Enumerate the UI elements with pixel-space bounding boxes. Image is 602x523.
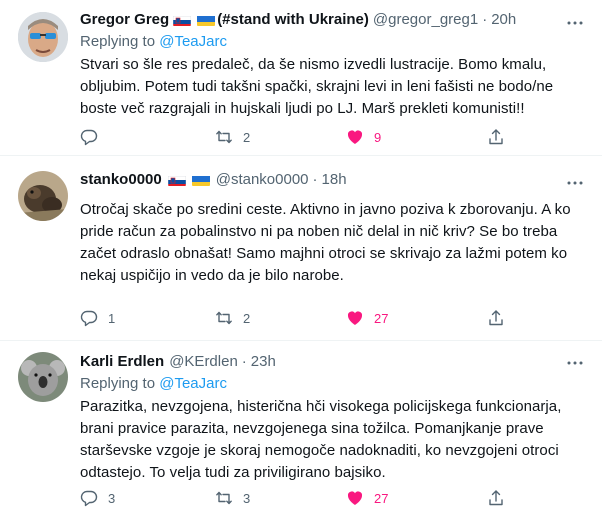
separator-dot: · bbox=[482, 11, 488, 28]
tweet-time[interactable]: 20h bbox=[491, 10, 516, 30]
share-button[interactable] bbox=[487, 488, 505, 508]
tweet-text-line: Parazitka, nevzgojena, histerična hči vi… bbox=[80, 398, 562, 415]
retweet-button[interactable]: 2 bbox=[215, 127, 250, 147]
retweet-count: 3 bbox=[243, 490, 251, 506]
replying-label: Replying to bbox=[80, 375, 156, 392]
tweet-text-line: Stvari so šle res predaleč, da še nismo … bbox=[80, 56, 547, 73]
like-button[interactable]: 9 bbox=[346, 127, 381, 147]
replying-label: Replying to bbox=[80, 33, 156, 50]
display-name[interactable]: stanko0000 bbox=[80, 170, 162, 190]
tweet-text-line: obljubim. Potem tudi takšni spački, skra… bbox=[80, 78, 554, 95]
heart-filled-icon bbox=[347, 491, 363, 505]
heart-filled-icon bbox=[347, 311, 363, 325]
retweet-icon bbox=[216, 130, 232, 144]
display-name-suffix[interactable]: (#stand with Ukraine) bbox=[217, 10, 369, 30]
reply-count: 3 bbox=[108, 490, 116, 506]
reply-icon bbox=[80, 490, 98, 507]
separator-dot: · bbox=[241, 353, 247, 370]
avatar[interactable] bbox=[18, 171, 68, 221]
like-count: 9 bbox=[374, 129, 382, 145]
retweet-button[interactable]: 3 bbox=[215, 488, 250, 508]
tweet-text: Stvari so šle res predaleč, da še nismo … bbox=[80, 54, 588, 120]
ukraine-flag-icon bbox=[197, 14, 216, 26]
tweet-header: Gregor Greg (#stand with Ukraine) @grego… bbox=[80, 10, 588, 30]
replying-to-link[interactable]: @TeaJarc bbox=[159, 375, 227, 392]
user-handle[interactable]: @gregor_greg1 bbox=[373, 10, 478, 30]
retweet-button[interactable]: 2 bbox=[215, 308, 250, 328]
share-icon bbox=[489, 490, 503, 506]
slovenia-flag-icon bbox=[173, 14, 192, 26]
display-name[interactable]: Karli Erdlen bbox=[80, 352, 164, 372]
tweet-text-line: brani pravice parazita, nevzgojenega sin… bbox=[80, 420, 544, 437]
ukraine-flag-icon bbox=[191, 174, 210, 186]
user-handle[interactable]: @KErdlen bbox=[169, 352, 238, 372]
avatar-sunglasses-man-icon bbox=[18, 12, 68, 62]
tweet-text-line: pride račun za pobalinstvo ni pa noben n… bbox=[80, 223, 558, 240]
like-count: 27 bbox=[374, 310, 389, 326]
tweet-text: Parazitka, nevzgojena, histerična hči vi… bbox=[80, 396, 588, 484]
avatar-koala-icon bbox=[18, 352, 68, 402]
replying-to-link[interactable]: @TeaJarc bbox=[159, 33, 227, 50]
tweet-text: Otročaj skače po sredini ceste. Aktivno … bbox=[80, 199, 588, 287]
tweet-header: stanko0000 @stanko0000 · 18h bbox=[80, 170, 588, 190]
slovenia-flag-icon bbox=[167, 174, 186, 186]
tweet-header: Karli Erdlen @KErdlen · 23h bbox=[80, 352, 588, 372]
reply-button[interactable]: 1 bbox=[80, 308, 115, 328]
like-button[interactable]: 27 bbox=[346, 308, 388, 328]
tweet-text-line: odtastejo. To velja tudi za priviligiran… bbox=[80, 464, 386, 481]
reply-icon bbox=[80, 310, 98, 327]
reply-button[interactable] bbox=[80, 127, 108, 147]
retweet-icon bbox=[216, 311, 232, 325]
tweet-karli-erdlen[interactable]: Karli Erdlen @KErdlen · 23h Replying to … bbox=[0, 342, 602, 523]
share-button[interactable] bbox=[487, 127, 505, 147]
tweet-gregor-greg[interactable]: Gregor Greg (#stand with Ukraine) @grego… bbox=[0, 0, 602, 156]
replying-to: Replying to @TeaJarc bbox=[80, 32, 588, 52]
tweet-text-line: Otročaj skače po sredini ceste. Aktivno … bbox=[80, 201, 571, 218]
avatar-animal-icon bbox=[18, 171, 68, 221]
tweet-text-line: starševske vzgoje je skoraj nemogoče nad… bbox=[80, 442, 559, 459]
tweet-text-line: boste več razgrajali in hujskali ljudi p… bbox=[80, 100, 525, 117]
more-options-icon[interactable] bbox=[566, 174, 584, 192]
share-icon bbox=[489, 310, 503, 326]
display-name[interactable]: Gregor Greg bbox=[80, 10, 169, 30]
avatar[interactable] bbox=[18, 12, 68, 62]
share-icon bbox=[489, 129, 503, 145]
avatar[interactable] bbox=[18, 352, 68, 402]
like-button[interactable]: 27 bbox=[346, 488, 388, 508]
reply-icon bbox=[80, 129, 98, 146]
heart-filled-icon bbox=[347, 130, 363, 144]
reply-button[interactable]: 3 bbox=[80, 488, 115, 508]
reply-count: 1 bbox=[108, 310, 116, 326]
tweet-text-line: nekaj uspičijo in vedo da je bilo narobe… bbox=[80, 267, 344, 284]
user-handle[interactable]: @stanko0000 bbox=[216, 170, 309, 190]
share-button[interactable] bbox=[487, 308, 505, 328]
retweet-count: 2 bbox=[243, 129, 251, 145]
tweet-time[interactable]: 18h bbox=[322, 170, 347, 190]
retweet-icon bbox=[216, 491, 232, 505]
like-count: 27 bbox=[374, 490, 389, 506]
tweet-time[interactable]: 23h bbox=[251, 352, 276, 372]
more-options-icon[interactable] bbox=[566, 14, 584, 32]
retweet-count: 2 bbox=[243, 310, 251, 326]
tweet-stanko0000[interactable]: stanko0000 @stanko0000 · 18h Otročaj ska… bbox=[0, 157, 602, 341]
separator-dot: · bbox=[312, 171, 318, 188]
replying-to: Replying to @TeaJarc bbox=[80, 374, 588, 394]
more-options-icon[interactable] bbox=[566, 354, 584, 372]
tweet-text-line: začet odraslo obnašat! Samo majhni otroc… bbox=[80, 245, 568, 262]
